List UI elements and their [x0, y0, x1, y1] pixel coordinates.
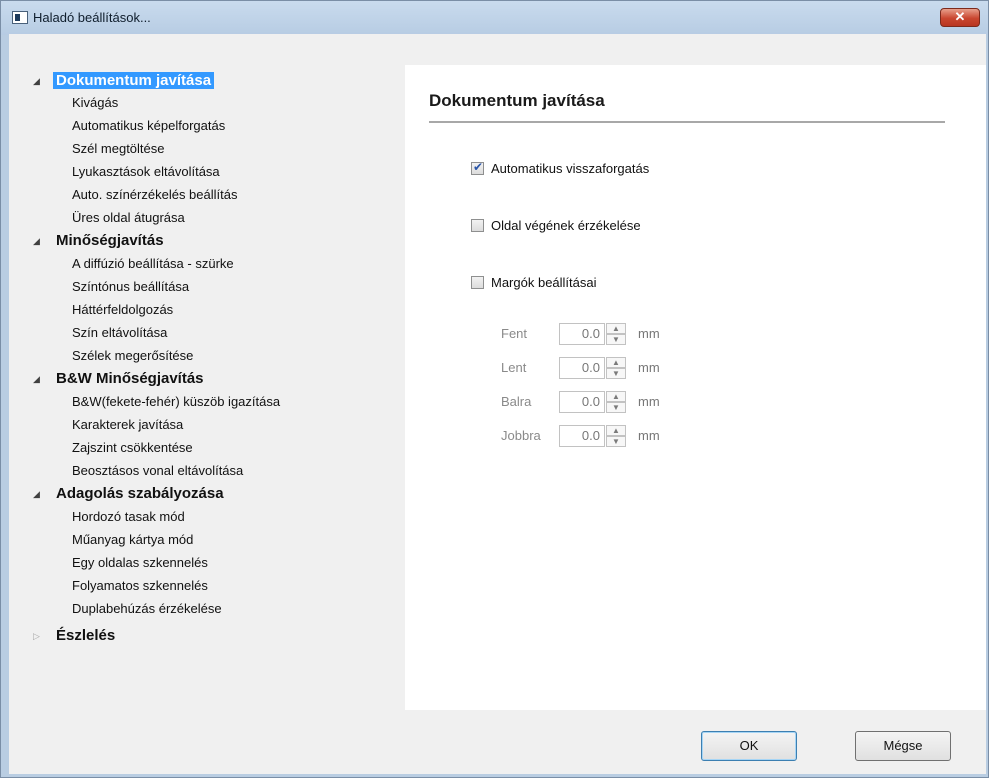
tree-item-automatikus-kepelforgatas[interactable]: Automatikus képelforgatás: [72, 117, 225, 135]
margin-lent-spinner[interactable]: ▲ ▼: [606, 357, 626, 379]
expand-arrow-icon[interactable]: ◢: [33, 76, 40, 87]
tree-item-auto-szinerzekeles[interactable]: Auto. színérzékelés beállítás: [72, 186, 237, 204]
close-button[interactable]: ✕: [940, 8, 980, 27]
spin-down-icon[interactable]: ▼: [606, 402, 626, 413]
margin-fent-spinner[interactable]: ▲ ▼: [606, 323, 626, 345]
dialog-client-area: ◢ Dokumentum javítása Kivágás Automatiku…: [9, 34, 986, 774]
tree-item-kivagas[interactable]: Kivágás: [72, 94, 118, 112]
tree-item-ures-oldal-atugrasa[interactable]: Üres oldal átugrása: [72, 209, 185, 227]
tree-category-label: Dokumentum javítása: [53, 72, 215, 89]
margin-fent-input[interactable]: 0.0: [559, 323, 605, 345]
tree-item-zajszint-csokkentese[interactable]: Zajszint csökkentése: [72, 439, 193, 457]
tree-category-minosegjavitas[interactable]: Minőségjavítás: [56, 232, 164, 250]
tree-item-folyamatos[interactable]: Folyamatos szkennelés: [72, 577, 208, 595]
unit-label: mm: [638, 428, 660, 443]
spin-down-icon[interactable]: ▼: [606, 334, 626, 345]
collapsed-arrow-icon[interactable]: ▷: [33, 631, 40, 642]
tree-item-muanyag-kartya[interactable]: Műanyag kártya mód: [72, 531, 193, 549]
margin-jobbra-input[interactable]: 0.0: [559, 425, 605, 447]
margin-label: Fent: [501, 326, 528, 341]
tree-item-beosztasos-vonal[interactable]: Beosztásos vonal eltávolítása: [72, 462, 243, 480]
spin-up-icon[interactable]: ▲: [606, 357, 626, 368]
margin-label: Balra: [501, 394, 532, 409]
spin-up-icon[interactable]: ▲: [606, 391, 626, 402]
tree-category-dokumentum-javitasa[interactable]: Dokumentum javítása: [53, 72, 215, 90]
tree-item-lyukasztasok-eltavolitasa[interactable]: Lyukasztások eltávolítása: [72, 163, 220, 181]
expand-arrow-icon[interactable]: ◢: [33, 374, 40, 385]
panel-title: Dokumentum javítása: [429, 91, 605, 110]
spin-down-icon[interactable]: ▼: [606, 368, 626, 379]
tree-item-karakterek-javitasa[interactable]: Karakterek javítása: [72, 416, 183, 434]
tree-item-bw-kuszob[interactable]: B&W(fekete-fehér) küszöb igazítása: [72, 393, 280, 411]
spin-up-icon[interactable]: ▲: [606, 323, 626, 334]
tree-category-bw-minosegjavitas[interactable]: B&W Minőségjavítás: [56, 370, 204, 388]
expand-arrow-icon[interactable]: ◢: [33, 489, 40, 500]
tree-item-diffuzio-beallitasa[interactable]: A diffúzió beállítása - szürke: [72, 255, 234, 273]
tree-item-hordozo-tasak[interactable]: Hordozó tasak mód: [72, 508, 185, 526]
checkbox-unchecked-icon[interactable]: [471, 219, 484, 232]
unit-label: mm: [638, 394, 660, 409]
margin-label: Jobbra: [501, 428, 541, 443]
ok-button[interactable]: OK: [701, 731, 797, 761]
margin-lent-input[interactable]: 0.0: [559, 357, 605, 379]
checkbox-label[interactable]: Margók beállításai: [491, 275, 597, 290]
title-bar: Haladó beállítások... ✕: [1, 1, 988, 35]
tree-item-duplabehuzas[interactable]: Duplabehúzás érzékelése: [72, 600, 222, 618]
tree-item-hatterfeldolgozas[interactable]: Háttérfeldolgozás: [72, 301, 173, 319]
margin-balra-spinner[interactable]: ▲ ▼: [606, 391, 626, 413]
checkbox-unchecked-icon[interactable]: [471, 276, 484, 289]
app-icon: [12, 11, 28, 24]
expand-arrow-icon[interactable]: ◢: [33, 236, 40, 247]
tree-item-egy-oldalas[interactable]: Egy oldalas szkennelés: [72, 554, 208, 572]
unit-label: mm: [638, 326, 660, 341]
cancel-button[interactable]: Mégse: [855, 731, 951, 761]
settings-panel: Dokumentum javítása Automatikus visszafo…: [405, 65, 986, 710]
tree-category-adagolas-szabalyozasa[interactable]: Adagolás szabályozása: [56, 485, 224, 503]
checkbox-label[interactable]: Oldal végének érzékelése: [491, 218, 641, 233]
spin-down-icon[interactable]: ▼: [606, 436, 626, 447]
tree-item-szel-megtoltese[interactable]: Szél megtöltése: [72, 140, 165, 158]
unit-label: mm: [638, 360, 660, 375]
advanced-settings-window: Haladó beállítások... ✕ ◢ Dokumentum jav…: [0, 0, 989, 778]
spin-up-icon[interactable]: ▲: [606, 425, 626, 436]
checkbox-label[interactable]: Automatikus visszaforgatás: [491, 161, 649, 176]
checkbox-checked-icon[interactable]: [471, 160, 484, 175]
settings-tree: ◢ Dokumentum javítása Kivágás Automatiku…: [9, 34, 405, 710]
tree-item-szelek-megerositese[interactable]: Szélek megerősítése: [72, 347, 193, 365]
tree-item-szin-eltavolitasa[interactable]: Szín eltávolítása: [72, 324, 167, 342]
margin-label: Lent: [501, 360, 527, 375]
tree-category-eszleles[interactable]: Észlelés: [56, 627, 115, 645]
margin-balra-input[interactable]: 0.0: [559, 391, 605, 413]
window-title: Haladó beállítások...: [33, 10, 151, 25]
panel-divider: [429, 121, 945, 123]
tree-item-szintonus-beallitasa[interactable]: Színtónus beállítása: [72, 278, 189, 296]
margin-jobbra-spinner[interactable]: ▲ ▼: [606, 425, 626, 447]
